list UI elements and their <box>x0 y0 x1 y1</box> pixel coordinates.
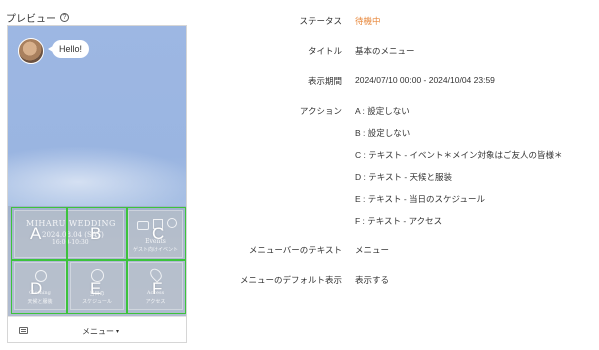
rich-menu-bar[interactable]: メニュー ▾ <box>8 316 186 342</box>
menu-area-e[interactable]: E <box>67 260 127 314</box>
area-label-b: B <box>90 224 102 243</box>
cloud-decoration <box>8 146 186 206</box>
chevron-down-icon: ▾ <box>116 329 120 335</box>
title-value: 基本のメニュー <box>355 46 415 56</box>
action-item-d: D : テキスト - 天候と服装 <box>355 172 453 182</box>
avatar <box>18 38 44 64</box>
period-label: 表示期間 <box>307 76 342 86</box>
menu-bar-label: メニュー <box>82 327 114 336</box>
default-display-label: メニューのデフォルト表示 <box>239 275 342 285</box>
status-label: ステータス <box>299 16 342 26</box>
menu-area-b[interactable]: B <box>67 207 127 260</box>
actions-label: アクション <box>299 106 342 116</box>
menu-area-d[interactable]: D <box>11 260 67 314</box>
rich-menu-image: MIHARU WEDDING 2024.08.04 (SAT) 16:00-10… <box>8 206 186 316</box>
menu-area-f[interactable]: F <box>127 260 186 314</box>
preview-heading: プレビュー ? <box>6 10 69 25</box>
area-label-e: E <box>90 279 102 298</box>
chat-bubble: Hello! <box>47 40 90 58</box>
period-value: 2024/07/10 00:00 - 2024/10/04 23:59 <box>355 75 495 85</box>
status-value: 待機中 <box>355 16 381 26</box>
area-label-c: C <box>152 224 165 243</box>
menubar-text-label: メニューバーのテキスト <box>248 245 342 255</box>
area-label-a: A <box>30 224 42 243</box>
default-display-value: 表示する <box>355 275 390 285</box>
action-item-f: F : テキスト - アクセス <box>355 216 443 226</box>
action-item-e: E : テキスト - 当日のスケジュール <box>355 194 485 204</box>
action-item-b: B : 設定しない <box>355 128 411 138</box>
area-label-d: D <box>30 279 43 298</box>
menu-bar-toggle[interactable]: メニュー ▾ <box>82 326 119 337</box>
action-item-a: A : 設定しない <box>355 106 410 116</box>
phone-preview: Hello! MIHARU WEDDING 2024.08.04 (SAT) 1… <box>7 25 187 343</box>
menu-area-c[interactable]: C <box>127 207 186 260</box>
menu-area-a[interactable]: A <box>11 207 67 260</box>
title-label: タイトル <box>307 46 342 56</box>
help-icon[interactable]: ? <box>60 13 69 22</box>
menubar-text-value: メニュー <box>355 245 390 255</box>
preview-title: プレビュー <box>6 14 56 25</box>
action-item-c: C : テキスト - イベント＊メイン対象はご友人の皆様＊ <box>355 150 563 160</box>
keyboard-icon[interactable] <box>19 327 28 334</box>
area-label-f: F <box>152 279 163 298</box>
